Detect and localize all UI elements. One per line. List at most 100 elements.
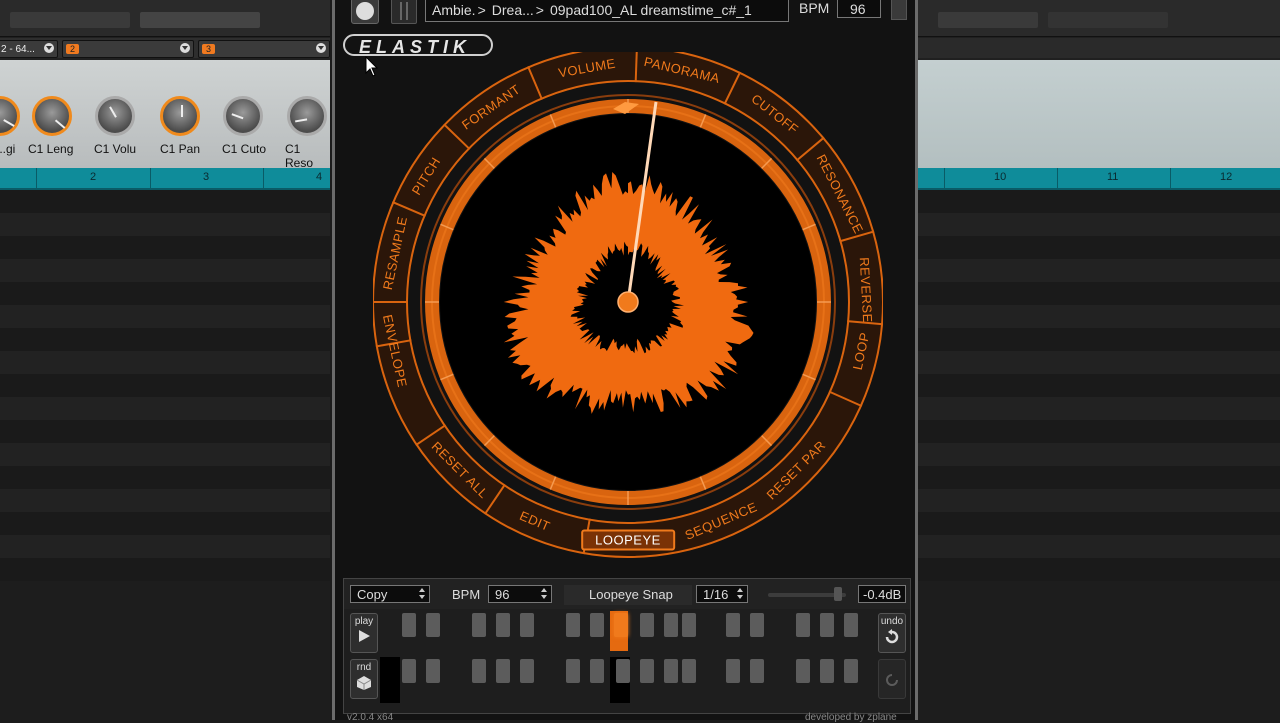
gain-readout[interactable]: -0.4dB — [858, 585, 906, 603]
breadcrumb-item[interactable]: Drea... — [492, 2, 534, 18]
step-cell[interactable] — [640, 659, 654, 683]
reverse-button[interactable]: REVERSE — [856, 256, 874, 322]
macro-knob[interactable] — [0, 96, 20, 136]
step-cell[interactable] — [726, 659, 740, 683]
ruler-tick — [150, 168, 151, 188]
seq-bpm-select[interactable]: 96 — [488, 585, 552, 603]
loopeye-view[interactable]: VOLUME PANORAMA FORMANT CUTOFF PITCH RES… — [373, 52, 883, 562]
dice-icon — [356, 676, 372, 690]
volume-button[interactable]: VOLUME — [557, 55, 617, 80]
loopeye-mode-button[interactable]: LOOPEYE — [581, 529, 675, 551]
macro-knob[interactable] — [160, 96, 200, 136]
ruler-bar-number: 11 — [1107, 171, 1119, 183]
step-cell[interactable] — [820, 613, 834, 637]
record-button[interactable] — [351, 0, 379, 24]
gain-slider-thumb[interactable] — [834, 587, 842, 601]
channel-label: 2 - 64... — [1, 43, 35, 55]
breadcrumb-item[interactable]: Ambie. — [432, 2, 476, 18]
gain-value: -0.4dB — [863, 587, 902, 602]
play-icon — [359, 630, 370, 642]
step-cell[interactable] — [520, 613, 534, 637]
step-cell[interactable] — [844, 613, 858, 637]
pitch-button[interactable]: PITCH — [409, 154, 444, 197]
sequence-mode-button[interactable]: SEQUENCE — [683, 499, 760, 543]
randomize-button[interactable]: rnd — [350, 659, 378, 699]
sample-browser-path[interactable]: Ambie. > Drea... > 09pad100_AL dreamstim… — [425, 0, 789, 22]
spinner-icon — [541, 588, 547, 600]
step-cell[interactable] — [472, 659, 486, 683]
timeline-ruler[interactable]: 2 3 4 — [0, 168, 330, 190]
step-cell[interactable] — [664, 659, 678, 683]
reset-par-button[interactable]: RESET PAR — [764, 438, 829, 503]
channel-row: 2 - 64... 2 3 — [0, 38, 330, 58]
step-cell[interactable] — [566, 613, 580, 637]
macro-knob[interactable] — [223, 96, 263, 136]
step-cell[interactable] — [640, 613, 654, 637]
meter-icon[interactable] — [391, 0, 417, 24]
sample-file-name[interactable]: 09pad100_AL dreamstime_c#_1 — [550, 2, 752, 18]
scroll-handle[interactable] — [891, 0, 907, 20]
step-cell[interactable] — [682, 659, 696, 683]
macro-knob[interactable] — [95, 96, 135, 136]
step-cell[interactable] — [590, 613, 604, 637]
host-toolbar — [0, 0, 330, 37]
ruler-tick — [36, 168, 37, 188]
resample-button[interactable]: RESAMPLE — [380, 214, 410, 290]
track-lanes[interactable] — [0, 190, 330, 720]
step-cell[interactable] — [496, 659, 510, 683]
step-cell[interactable] — [566, 659, 580, 683]
panorama-button[interactable]: PANORAMA — [642, 54, 721, 86]
step-cell[interactable] — [520, 659, 534, 683]
bpm-field[interactable]: 96 — [837, 0, 881, 18]
step-cell[interactable] — [844, 659, 858, 683]
macro-knob[interactable] — [287, 96, 327, 136]
step-cell[interactable] — [682, 613, 696, 637]
step-cell[interactable] — [664, 613, 678, 637]
formant-button[interactable]: FORMANT — [459, 81, 523, 132]
cutoff-button[interactable]: CUTOFF — [748, 91, 801, 137]
step-cell[interactable] — [402, 613, 416, 637]
ruler-bar-number: 3 — [203, 171, 210, 183]
loop-button[interactable]: LOOP — [849, 331, 872, 371]
step-cell[interactable] — [750, 613, 764, 637]
knob-label: C1 Reso — [285, 142, 314, 170]
step-cell[interactable] — [426, 613, 440, 637]
ruler-tick — [1057, 168, 1058, 188]
step-grid[interactable] — [380, 611, 872, 707]
step-slot[interactable] — [380, 657, 400, 703]
step-cell[interactable] — [496, 613, 510, 637]
snap-select[interactable]: 1/16 — [696, 585, 748, 603]
channel-selector[interactable]: 2 - 64... — [0, 40, 58, 58]
step-cell[interactable] — [750, 659, 764, 683]
edit-mode-button[interactable]: EDIT — [518, 508, 553, 534]
play-button[interactable]: play — [350, 613, 378, 653]
step-cell[interactable] — [402, 659, 416, 683]
reset-all-button[interactable]: RESET ALL — [428, 439, 491, 502]
ruler-bar-number: 2 — [90, 171, 97, 183]
step-cell[interactable] — [616, 659, 630, 683]
step-cell[interactable] — [796, 613, 810, 637]
step-cell[interactable] — [426, 659, 440, 683]
macro-knob[interactable] — [32, 96, 72, 136]
step-cell[interactable] — [796, 659, 810, 683]
timeline-ruler[interactable]: 10 11 12 — [918, 168, 1280, 190]
channel-selector[interactable]: 3 — [198, 40, 330, 58]
step-cell[interactable] — [820, 659, 834, 683]
mode-select[interactable]: Copy — [350, 585, 430, 603]
envelope-button[interactable]: ENVELOPE — [380, 314, 410, 390]
step-cell[interactable] — [726, 613, 740, 637]
host-toolbar-strip — [1048, 12, 1168, 28]
undo-button[interactable]: undo — [878, 613, 906, 653]
step-cell[interactable] — [590, 659, 604, 683]
channel-selector[interactable]: 2 — [62, 40, 194, 58]
ruler-tick — [263, 168, 264, 188]
redo-button[interactable] — [878, 659, 906, 699]
host-toolbar-strip — [938, 12, 1038, 28]
step-cell[interactable] — [614, 613, 628, 637]
track-lanes[interactable] — [918, 190, 1280, 720]
step-cell[interactable] — [472, 613, 486, 637]
resonance-button[interactable]: RESONANCE — [814, 152, 867, 236]
macro-knob-panel — [918, 60, 1280, 168]
ruler-bar-number: 12 — [1220, 171, 1233, 183]
channel-number: 2 — [66, 44, 80, 54]
